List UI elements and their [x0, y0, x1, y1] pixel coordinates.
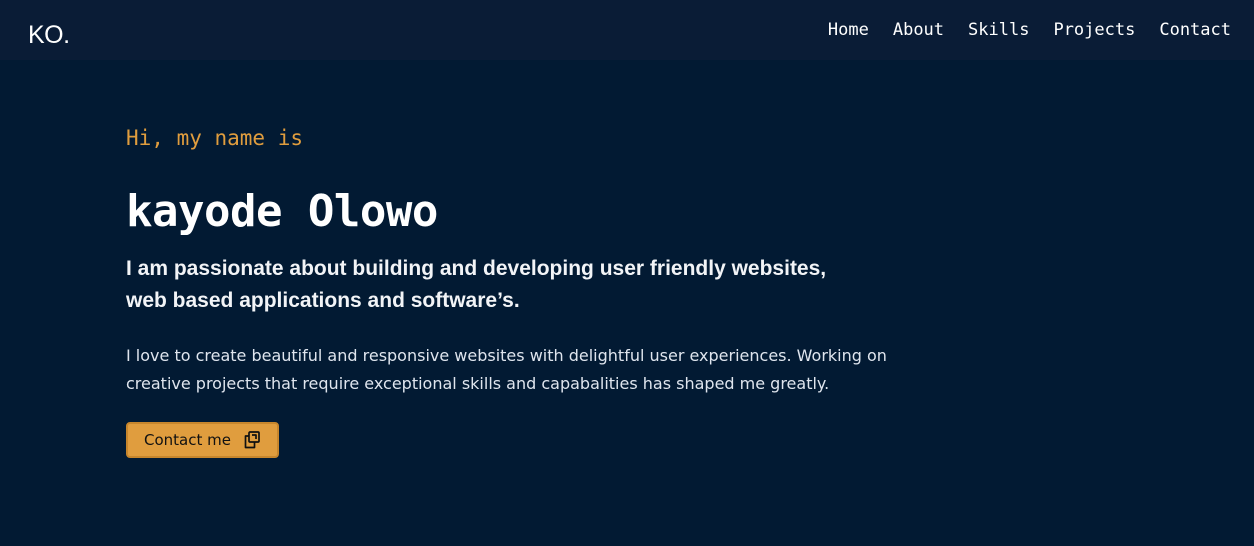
contact-me-button[interactable]: Contact me: [126, 422, 279, 458]
copy-icon: [242, 430, 262, 450]
nav-link-home[interactable]: Home: [828, 18, 869, 42]
nav-link-contact[interactable]: Contact: [1159, 18, 1231, 42]
hero-greeting: Hi, my name is: [126, 126, 304, 150]
contact-me-label: Contact me: [144, 431, 231, 449]
nav-links: Home About Skills Projects Contact: [828, 18, 1231, 42]
nav-link-about[interactable]: About: [893, 18, 944, 42]
nav-link-skills[interactable]: Skills: [968, 18, 1029, 42]
navbar: KO. Home About Skills Projects Contact: [0, 0, 1254, 60]
hero-bio: I love to create beautiful and responsiv…: [126, 346, 887, 393]
hero-tagline: I am passionate about building and devel…: [126, 257, 827, 312]
nav-link-projects[interactable]: Projects: [1053, 18, 1135, 42]
hero-name: kayode Olowo: [126, 186, 438, 237]
logo[interactable]: KO.: [28, 18, 70, 52]
